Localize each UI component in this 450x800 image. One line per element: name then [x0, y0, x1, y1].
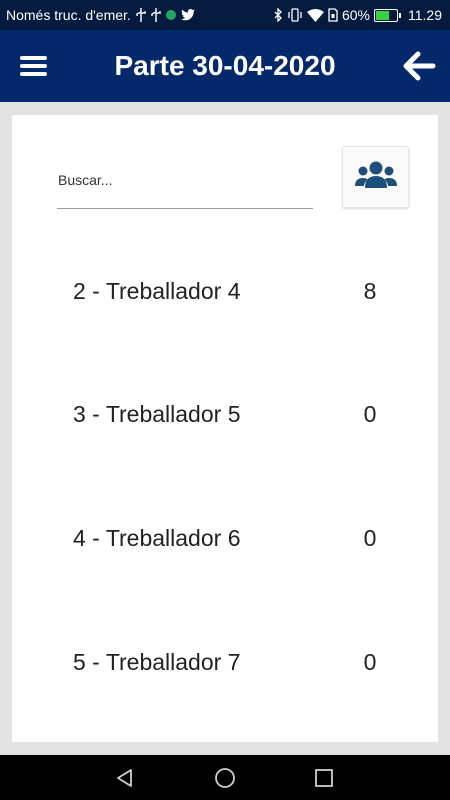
worker-count: 0	[363, 401, 377, 427]
battery-percent: 60%	[341, 7, 370, 23]
worker-row[interactable]: 5 - Treballador 7 0	[12, 632, 438, 692]
app-bar: Parte 30-04-2020	[0, 30, 450, 102]
worker-name: 2 - Treballador 4	[73, 278, 241, 304]
wifi-icon	[306, 8, 324, 22]
green-dot-icon	[165, 10, 176, 20]
worker-name: 3 - Treballador 5	[73, 401, 241, 427]
sim-icon	[328, 8, 338, 22]
worker-name: 4 - Treballador 6	[73, 525, 241, 551]
usb-icon	[151, 8, 161, 22]
users-group-icon	[354, 159, 397, 196]
bluetooth-icon	[274, 8, 283, 22]
group-button[interactable]	[342, 146, 409, 208]
back-arrow-icon[interactable]	[402, 50, 436, 82]
worker-row[interactable]: 3 - Treballador 5 0	[12, 384, 438, 444]
nav-recents-icon[interactable]	[299, 755, 349, 800]
carrier-text: Només truc. d'emer.	[6, 7, 131, 23]
status-bar-right: 60% 11.29	[274, 0, 442, 30]
usb-icon	[136, 8, 146, 22]
worker-count: 0	[363, 525, 377, 551]
search-input[interactable]	[58, 165, 308, 195]
battery-icon	[374, 8, 401, 22]
worker-row[interactable]: 4 - Treballador 6 0	[12, 508, 438, 568]
workers-card: 2 - Treballador 4 8 3 - Treballador 5 0 …	[12, 115, 438, 742]
worker-row[interactable]: 2 - Treballador 4 8	[12, 261, 438, 321]
status-time: 11.29	[408, 7, 442, 23]
twitter-icon	[180, 9, 195, 21]
nav-back-icon[interactable]	[100, 755, 150, 800]
worker-count: 0	[363, 649, 377, 675]
vibrate-icon	[287, 8, 303, 22]
page-title: Parte 30-04-2020	[114, 50, 336, 81]
status-bar-left: Només truc. d'emer.	[6, 0, 195, 30]
worker-count: 8	[363, 278, 377, 304]
hamburger-menu-icon[interactable]	[18, 50, 50, 82]
system-nav-bar	[0, 755, 450, 800]
battery-level-fill	[376, 10, 390, 20]
status-bar: Només truc. d'emer. 60% 11.29	[0, 0, 450, 30]
nav-home-icon[interactable]	[200, 755, 250, 800]
search-field[interactable]	[57, 165, 313, 209]
worker-name: 5 - Treballador 7	[73, 649, 241, 675]
